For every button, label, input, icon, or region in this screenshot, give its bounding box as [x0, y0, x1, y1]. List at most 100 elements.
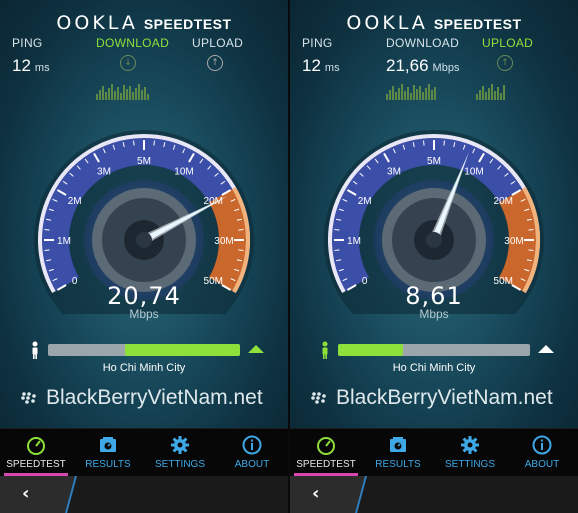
- activity-bar: [386, 94, 388, 100]
- upload-metric: UPLOAD: [482, 36, 533, 50]
- nav-about[interactable]: ABOUT: [506, 429, 578, 477]
- bottom-nav: SPEEDTEST RESULTS SETTINGS ABOUT: [290, 428, 578, 477]
- nav-speedtest[interactable]: SPEEDTEST: [0, 429, 72, 477]
- download-value: 21,66 Mbps: [386, 56, 460, 75]
- activity-bar: [491, 84, 493, 100]
- speed-value: 20,74: [107, 282, 181, 310]
- gauge-tick-label: 3M: [97, 167, 111, 178]
- server-city: Ho Chi Minh City: [102, 362, 186, 374]
- activity-bar: [392, 86, 394, 100]
- nav-label: RESULTS: [375, 459, 421, 470]
- gauge-tick-label: 20M: [494, 196, 513, 207]
- info-icon: [242, 435, 262, 455]
- logo-brand: OOKLA: [346, 12, 428, 34]
- activity-bar: [111, 84, 113, 100]
- test-progress-bar: [338, 344, 530, 356]
- download-metric: DOWNLOAD 21,66 Mbps: [386, 36, 459, 76]
- speedtest-screen: OOKLA SPEEDTEST PING 12 ms DOWNLOAD UPLOAD…: [0, 0, 288, 428]
- activity-bar: [419, 86, 421, 100]
- system-bar: ‹: [0, 476, 288, 513]
- gauge-icon: [27, 437, 45, 455]
- activity-bar: [120, 93, 122, 100]
- gauge-tick: [153, 140, 155, 146]
- back-button[interactable]: ‹: [290, 476, 367, 513]
- progress-fill: [338, 344, 404, 356]
- logo-brand: OOKLA: [56, 12, 138, 34]
- chevron-left-icon: ‹: [22, 483, 30, 504]
- results-icon: [100, 437, 116, 452]
- nav-about[interactable]: ABOUT: [216, 429, 288, 477]
- download-activity-bars: [386, 84, 436, 100]
- activity-bar: [144, 87, 146, 100]
- activity-bar: [500, 93, 502, 100]
- chevron-left-icon: ‹: [312, 483, 320, 504]
- gauge-tick: [238, 229, 244, 231]
- nav-speedtest[interactable]: SPEEDTEST: [290, 429, 362, 477]
- nav-results[interactable]: RESULTS: [72, 429, 144, 477]
- nav-label: ABOUT: [234, 459, 270, 470]
- activity-bar: [497, 87, 499, 100]
- server-triangle-icon: [538, 345, 554, 353]
- gauge-needle-cap: [136, 232, 152, 248]
- gauge-tick: [238, 249, 244, 251]
- activity-bar: [395, 92, 397, 100]
- nav-label: RESULTS: [85, 459, 131, 470]
- gauge-tick-label: 30M: [214, 236, 233, 247]
- ping-label: PING: [12, 36, 43, 50]
- activity-bar: [482, 86, 484, 100]
- activity-bar: [398, 88, 400, 100]
- download-activity-bars: [96, 84, 149, 100]
- upload-label: UPLOAD: [192, 36, 244, 50]
- ping-value: 12 ms: [302, 56, 340, 75]
- phone-screen-upload: OOKLA SPEEDTEST PING 12 ms DOWNLOAD 21,66 M…: [290, 0, 578, 513]
- activity-bar: [494, 91, 496, 100]
- activity-bar: [407, 87, 409, 100]
- gauge-tick-label: 3M: [387, 167, 401, 178]
- back-button[interactable]: ‹: [0, 476, 77, 513]
- upload-label: UPLOAD: [482, 36, 534, 50]
- bottom-nav: SPEEDTEST RESULTS SETTINGS ABOUT: [0, 428, 288, 477]
- gauge-tick: [423, 140, 425, 146]
- gauge-tick: [44, 249, 50, 251]
- activity-bar: [132, 92, 134, 100]
- activity-bar: [126, 89, 128, 100]
- gauge-tick: [44, 229, 50, 231]
- activity-bar: [431, 90, 433, 100]
- activity-bar: [99, 90, 101, 100]
- speedtest-screen: OOKLA SPEEDTEST PING 12 ms DOWNLOAD 21,66 M…: [290, 0, 578, 428]
- activity-bar: [123, 85, 125, 100]
- download-label: DOWNLOAD: [386, 36, 460, 50]
- gauge-tick: [443, 140, 445, 146]
- nav-settings[interactable]: SETTINGS: [434, 429, 506, 477]
- ping-label: PING: [302, 36, 333, 50]
- gauge-tick-label: 1M: [347, 236, 361, 247]
- gauge-tick-label: 2M: [358, 196, 372, 207]
- gauge-icon: [317, 437, 335, 455]
- nav-results[interactable]: RESULTS: [362, 429, 434, 477]
- activity-bar: [476, 94, 478, 100]
- activity-bar: [413, 85, 415, 100]
- activity-bar: [108, 88, 110, 100]
- activity-bar: [138, 84, 140, 100]
- activity-bar: [129, 86, 131, 100]
- nav-settings[interactable]: SETTINGS: [144, 429, 216, 477]
- activity-bar: [428, 84, 430, 100]
- activity-bar: [422, 92, 424, 100]
- results-icon: [390, 437, 406, 452]
- test-progress-bar: [48, 344, 240, 356]
- download-metric: DOWNLOAD: [96, 36, 169, 50]
- progress-fill: [124, 344, 240, 356]
- activity-bar: [389, 90, 391, 100]
- logo-product: SPEEDTEST: [433, 16, 522, 32]
- gauge-tick: [334, 249, 340, 251]
- speed-unit: Mbps: [129, 307, 159, 321]
- person-icon: [32, 341, 38, 359]
- activity-bar: [102, 86, 104, 100]
- activity-bar: [135, 88, 137, 100]
- activity-bar: [141, 90, 143, 100]
- watermark: BlackBerryVietNam.net: [310, 386, 570, 410]
- activity-bar: [416, 89, 418, 100]
- activity-bar: [147, 94, 149, 100]
- gauge-tick-label: 1M: [57, 236, 71, 247]
- activity-bar: [434, 87, 436, 100]
